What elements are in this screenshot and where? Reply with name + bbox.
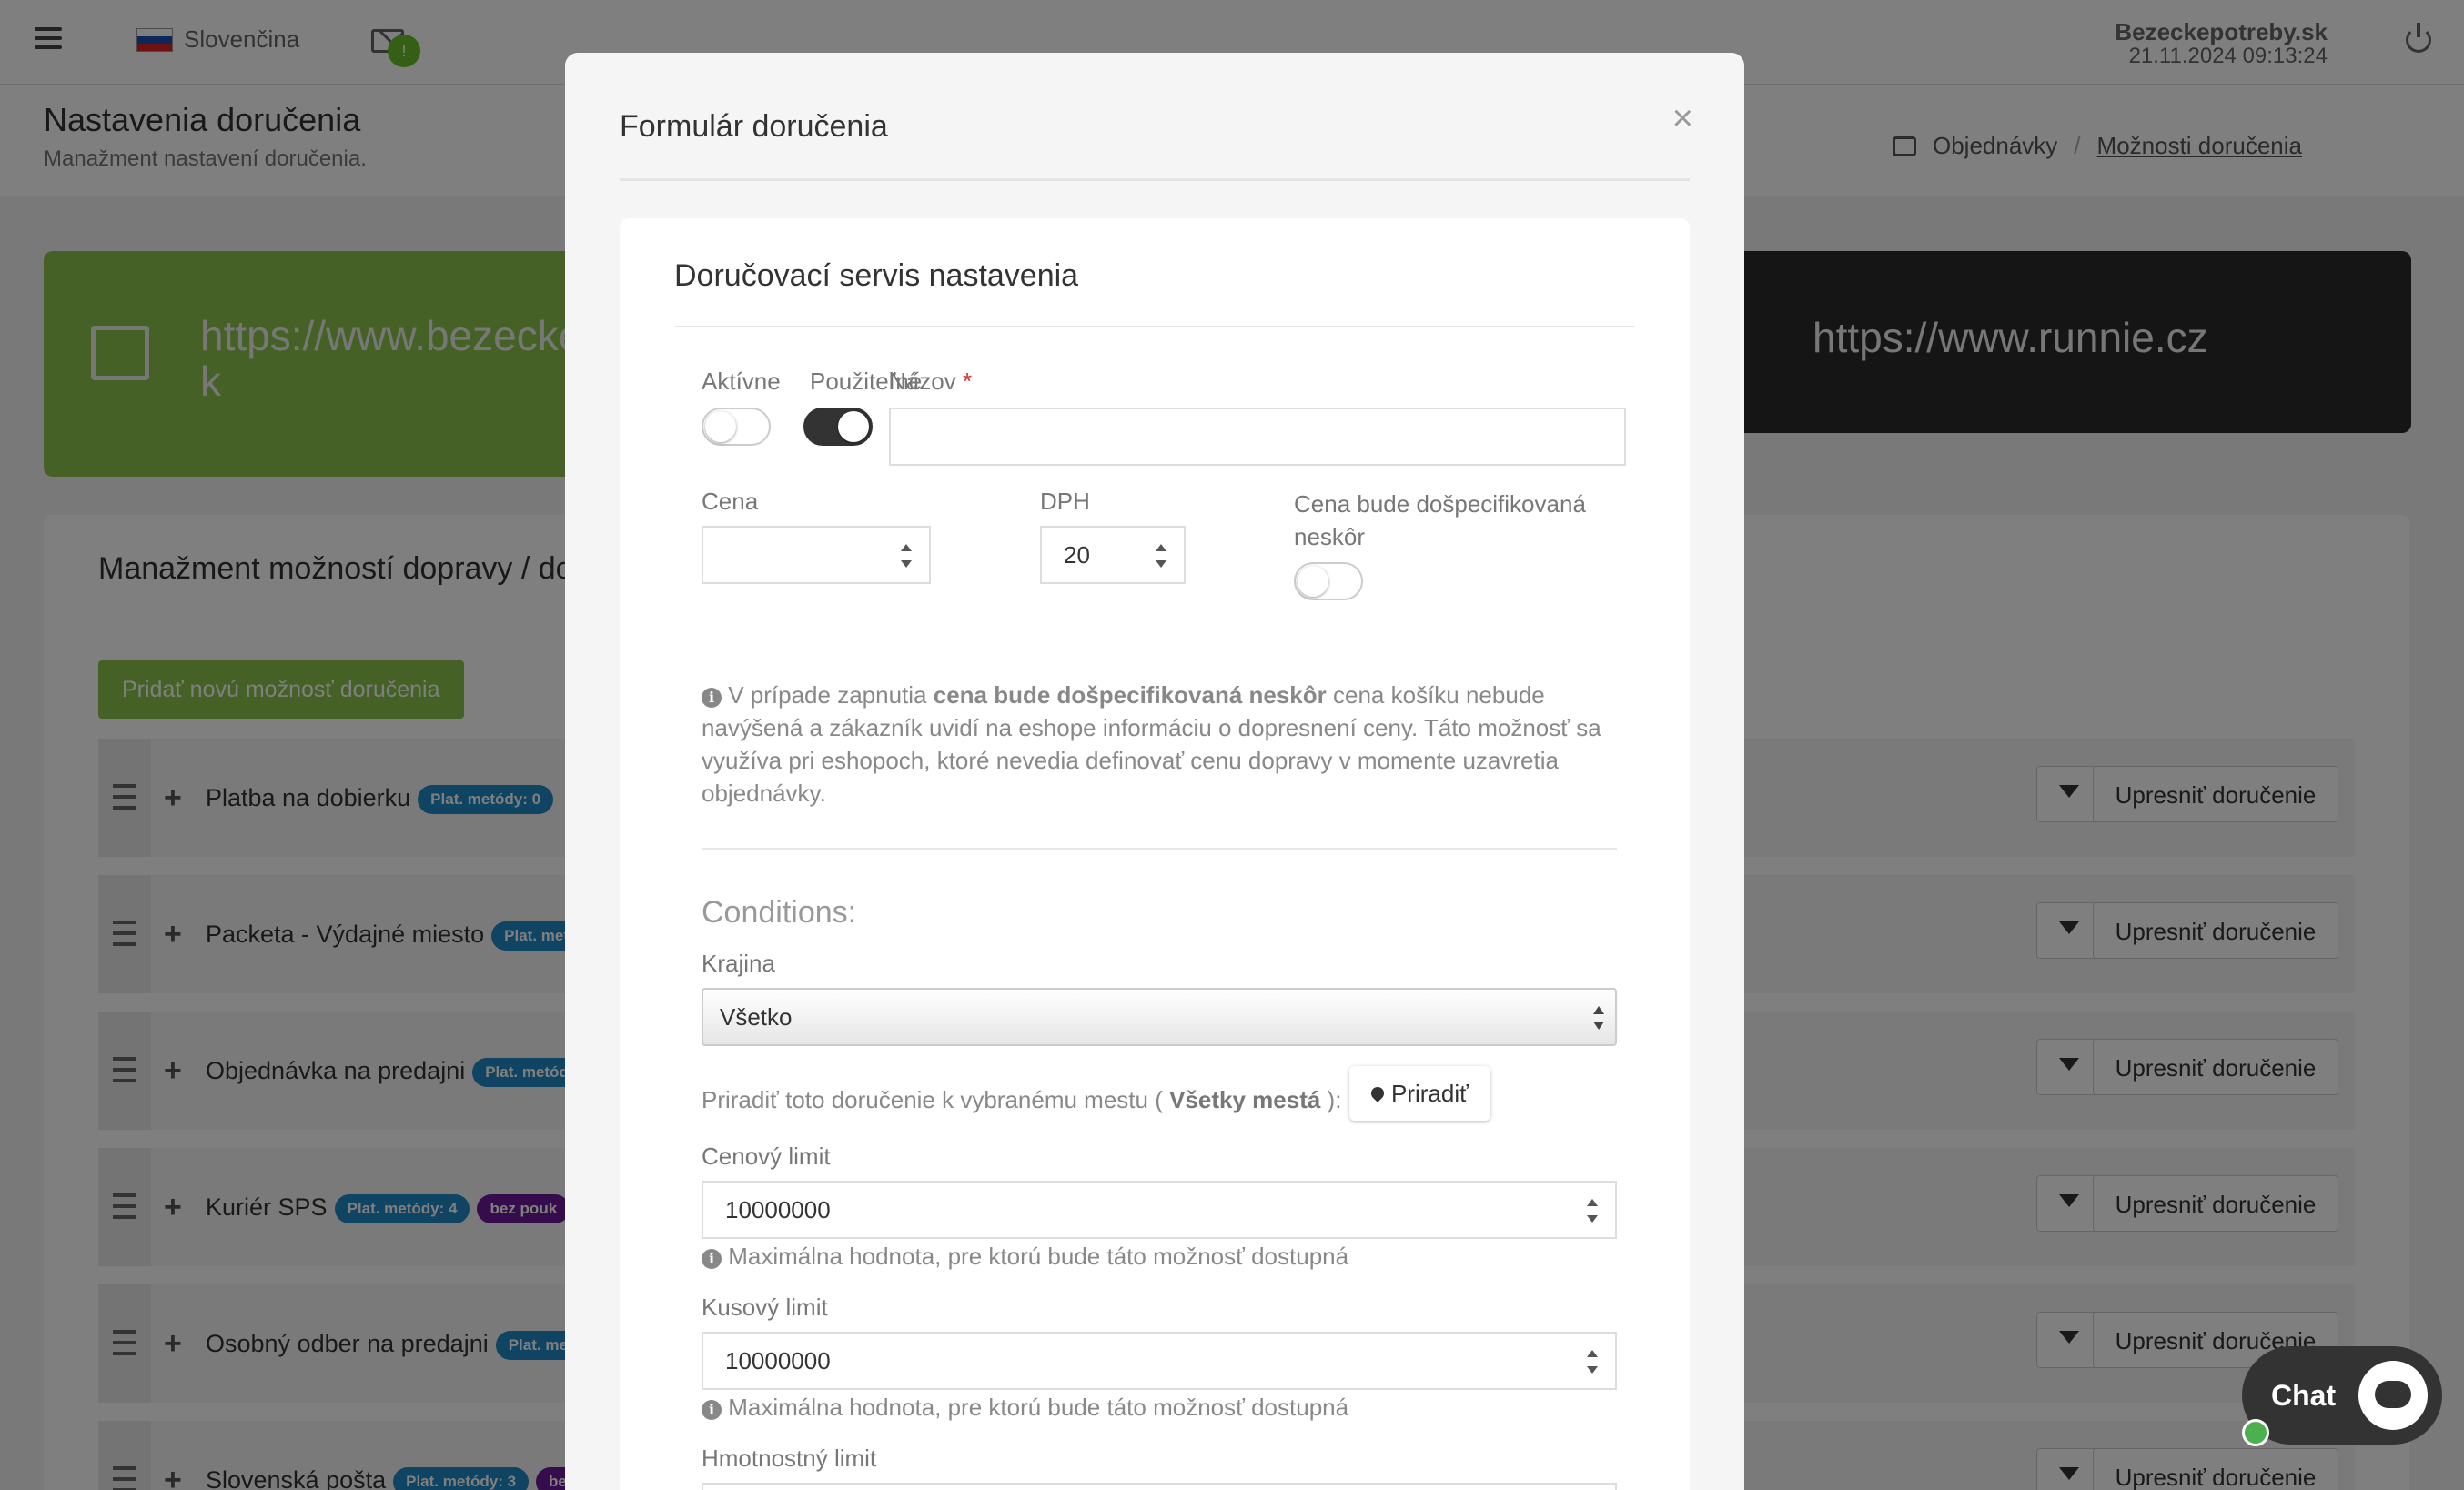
price-limit-label: Cenový limit	[702, 1143, 831, 1170]
map-marker-icon	[1368, 1084, 1387, 1102]
divider	[674, 326, 1635, 327]
country-select[interactable]: Všetko	[702, 988, 1617, 1046]
assign-city-button[interactable]: Priradiť	[1349, 1066, 1490, 1121]
select-arrows-icon	[1593, 1006, 1604, 1030]
delivery-form-modal: Formulár doručenia × Doručovací servis n…	[565, 53, 1744, 1490]
conditions-title: Conditions:	[702, 895, 857, 930]
divider	[702, 848, 1617, 850]
chat-label: Chat	[2271, 1379, 2337, 1412]
piece-limit-input[interactable]: 10000000	[702, 1332, 1617, 1390]
later-price-label: Cena bude došpecifikovaná neskôr	[1294, 490, 1586, 550]
assign-city-text: Priradiť toto doručenie k vybranému mest…	[702, 1086, 1342, 1113]
country-label: Krajina	[702, 950, 775, 977]
stepper-icon	[1586, 1199, 1599, 1223]
stepper-icon	[900, 544, 913, 568]
name-label: Názov *	[889, 367, 973, 395]
price-limit-help: i Maximálna hodnota, pre ktorú bude táto…	[702, 1243, 1348, 1271]
online-status-dot	[2242, 1419, 2269, 1446]
modal-title: Formulár doručenia	[620, 109, 888, 144]
info-icon: i	[702, 1249, 722, 1269]
stepper-icon	[1155, 544, 1167, 568]
piece-limit-help: i Maximálna hodnota, pre ktorú bude táto…	[702, 1394, 1348, 1422]
usable-toggle[interactable]	[803, 408, 873, 446]
settings-card: Doručovací servis nastavenia Aktívne Pou…	[620, 218, 1690, 1490]
section-title: Doručovací servis nastavenia	[674, 258, 1079, 293]
vat-input[interactable]: 20	[1040, 526, 1186, 584]
chat-bubble-icon	[2358, 1361, 2428, 1430]
divider	[620, 178, 1690, 181]
active-toggle[interactable]	[702, 408, 771, 446]
stepper-icon	[1586, 1350, 1599, 1374]
info-icon: i	[702, 1400, 722, 1420]
weight-limit-input[interactable]: 10000000	[702, 1483, 1617, 1490]
later-price-info: i V prípade zapnutia cena bude došpecifi…	[702, 681, 1601, 807]
close-icon[interactable]: ×	[1672, 98, 1693, 139]
chat-widget-button[interactable]: Chat	[2242, 1346, 2442, 1445]
active-label: Aktívne	[702, 367, 781, 395]
weight-limit-label: Hmotnostný limit	[702, 1445, 877, 1472]
piece-limit-label: Kusový limit	[702, 1294, 828, 1321]
price-input[interactable]	[702, 526, 931, 584]
price-label: Cena	[702, 488, 759, 515]
price-limit-input[interactable]: 10000000	[702, 1181, 1617, 1239]
name-input[interactable]	[889, 408, 1626, 466]
vat-label: DPH	[1040, 488, 1090, 515]
later-price-toggle[interactable]	[1294, 562, 1363, 600]
info-icon: i	[702, 688, 722, 708]
